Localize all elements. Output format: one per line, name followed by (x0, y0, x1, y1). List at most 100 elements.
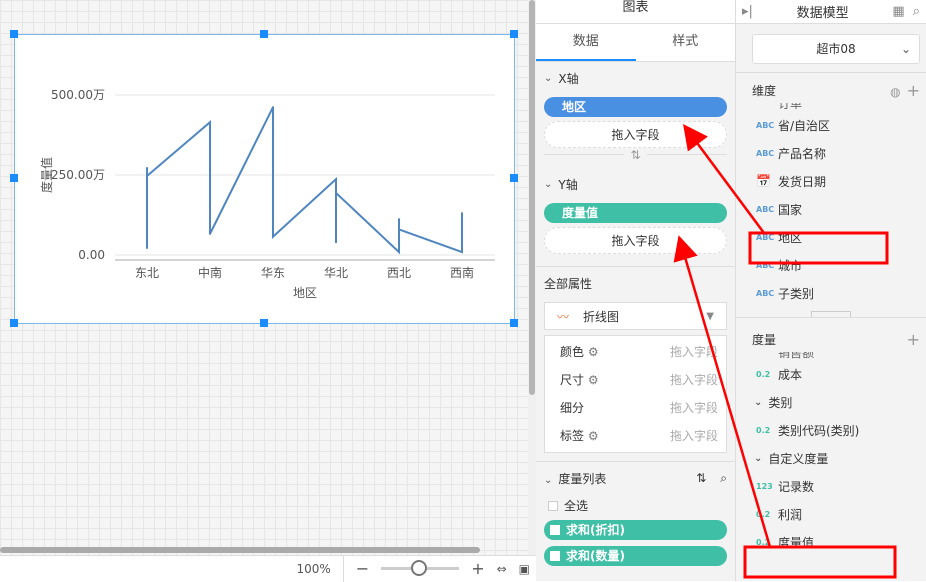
dimension-item[interactable]: ABC 产品名称 (736, 139, 926, 167)
chevron-down-icon[interactable]: ⌄ (544, 179, 552, 190)
dropdown-arrow-icon: ▼ (706, 310, 714, 322)
chart-widget[interactable]: 0.00 250.00万 500.00万 东北 中南 华东 华北 西北 西南 地区 度量值 (14, 34, 515, 324)
data-point (272, 106, 274, 109)
vertical-scrollbar[interactable] (528, 0, 536, 581)
y-axis-drop-zone[interactable]: 拖入字段 (544, 227, 727, 254)
measure-group[interactable]: ⌄ 自定义度量 (736, 444, 926, 472)
fit-screen-icon[interactable]: ▣ (519, 562, 530, 576)
y-axis-field-pill[interactable]: 度量值 (544, 203, 727, 223)
resize-handle[interactable] (260, 30, 268, 38)
text-type-icon: ABC (756, 232, 775, 242)
resize-handle[interactable] (10, 30, 18, 38)
sort-icon[interactable]: ⇅ (696, 471, 706, 485)
text-type-icon: ABC (756, 148, 775, 158)
number-type-icon: 123 (756, 481, 773, 491)
data-point (209, 143, 211, 146)
data-point (209, 121, 211, 124)
dimension-item[interactable]: ABC 国家 (736, 195, 926, 223)
data-point (146, 174, 148, 177)
property-row[interactable]: 颜色 ⚙ 拖入字段 (545, 338, 726, 366)
text-type-icon: ABC (756, 120, 775, 130)
add-dimension-icon[interactable]: + (907, 81, 920, 100)
zoom-in-button[interactable]: + (471, 559, 484, 578)
chevron-down-icon[interactable]: ⌄ (544, 73, 552, 84)
data-point (335, 191, 337, 194)
resize-handle[interactable] (10, 319, 18, 327)
dimension-item[interactable]: ABC 省/自治区 (736, 111, 926, 139)
property-row[interactable]: 细分 拖入字段 (545, 394, 726, 422)
dimension-item[interactable]: ABC 地区 (736, 223, 926, 251)
dimension-item[interactable]: ABC 子类别 (736, 279, 926, 307)
x-axis-drop-zone[interactable]: 拖入字段 (544, 121, 727, 148)
gear-icon[interactable]: ⚙ (588, 429, 599, 443)
chart-type-select[interactable]: 〰 折线图 ▼ (544, 302, 727, 330)
data-point (335, 241, 337, 244)
resize-handle[interactable] (510, 319, 518, 327)
measure-group[interactable]: ⌄ 类别 (736, 388, 926, 416)
measure-item[interactable]: 0.2 类别代码(类别) (736, 416, 926, 444)
data-point (272, 126, 274, 128)
tab-data[interactable]: 数据 (536, 24, 636, 61)
tab-style[interactable]: 样式 (636, 24, 736, 61)
data-point (461, 212, 463, 215)
measure-item[interactable]: 0.2 利润 (736, 500, 926, 528)
collapse-panel-icon[interactable]: ▸| (742, 4, 753, 19)
measures-label: 度量 (752, 332, 777, 347)
y-axis-label: Y轴 (558, 178, 578, 192)
x-tick-label: 东北 (135, 266, 159, 280)
text-type-icon: ABC (756, 260, 775, 270)
x-axis-field-pill[interactable]: 地区 (544, 97, 727, 117)
search-icon[interactable]: ⌕ (720, 471, 727, 485)
globe-icon[interactable]: ◍ (890, 85, 900, 99)
chevron-down-icon[interactable]: ⌄ (544, 475, 552, 486)
zoom-slider[interactable] (381, 560, 460, 576)
measure-pill[interactable]: 求和(折扣) (544, 520, 727, 540)
text-type-icon: ABC (756, 204, 775, 214)
gear-icon[interactable]: ⚙ (588, 373, 599, 387)
select-all-checkbox[interactable] (548, 500, 558, 511)
chart-panel: 图表 数据 样式 ⌄ X轴 地区 拖入字段 ⇅ ⌄ Y轴 度量值 拖入字段 全部属性… (536, 0, 736, 581)
panel-title: 数据模型 (796, 6, 849, 21)
property-row[interactable]: 标签 ⚙ 拖入字段 (545, 422, 726, 450)
measure-item[interactable]: 0.2 度量值 (736, 528, 926, 556)
horizontal-scrollbar[interactable] (0, 546, 528, 554)
table-icon[interactable]: ▦ (892, 4, 904, 19)
swap-axes-icon[interactable]: ⇅ (624, 148, 647, 162)
measure-item[interactable]: 123 记录数 (736, 472, 926, 500)
measure-pill[interactable]: 求和(数量) (544, 546, 727, 566)
property-row[interactable]: 尺寸 ⚙ 拖入字段 (545, 366, 726, 394)
zoom-level: 100% (296, 561, 331, 576)
partial-item: 订单 (778, 103, 803, 111)
resize-handle[interactable] (10, 174, 18, 182)
panel-title: 图表 (536, 0, 735, 24)
data-point (398, 218, 400, 221)
number-type-icon: 0.2 (756, 537, 771, 547)
y-tick-label: 250.00万 (51, 168, 105, 182)
resize-handle[interactable] (260, 319, 268, 327)
series-line (146, 106, 463, 255)
x-tick-label: 中南 (198, 265, 222, 280)
fit-width-icon[interactable]: ⇔ (497, 562, 507, 576)
dimension-item[interactable]: 📅 发货日期 (736, 167, 926, 195)
chevron-down-icon: ⌄ (900, 42, 911, 56)
measure-item[interactable]: 0.2 成本 (736, 360, 926, 388)
x-tick-label: 西北 (387, 266, 411, 280)
add-measure-icon[interactable]: + (907, 330, 920, 349)
data-point (146, 166, 148, 169)
dimension-item[interactable]: ABC 城市 (736, 251, 926, 279)
number-type-icon: 0.2 (756, 425, 771, 435)
x-axis-label: X轴 (558, 72, 579, 86)
gear-icon[interactable]: ⚙ (588, 345, 599, 359)
resize-handle[interactable] (510, 174, 518, 182)
data-model-panel: ▸| 数据模型 ▦ ⌕ 超市08 ⌄ 维度 ◍ + 订单 ABC 省/自治区 ABC 产品名称 📅 发… (736, 0, 926, 581)
partial-item: 销售额 (778, 352, 815, 360)
text-type-icon: ABC (756, 288, 775, 298)
dataset-select[interactable]: 超市08 ⌄ (752, 34, 920, 64)
data-point (335, 178, 337, 181)
x-tick-label: 华东 (261, 266, 285, 280)
x-tick-label: 西南 (450, 265, 474, 280)
resize-handle[interactable] (510, 30, 518, 38)
number-type-icon: 0.2 (756, 509, 771, 519)
search-icon[interactable]: ⌕ (913, 4, 920, 19)
zoom-out-button[interactable]: − (356, 559, 369, 578)
